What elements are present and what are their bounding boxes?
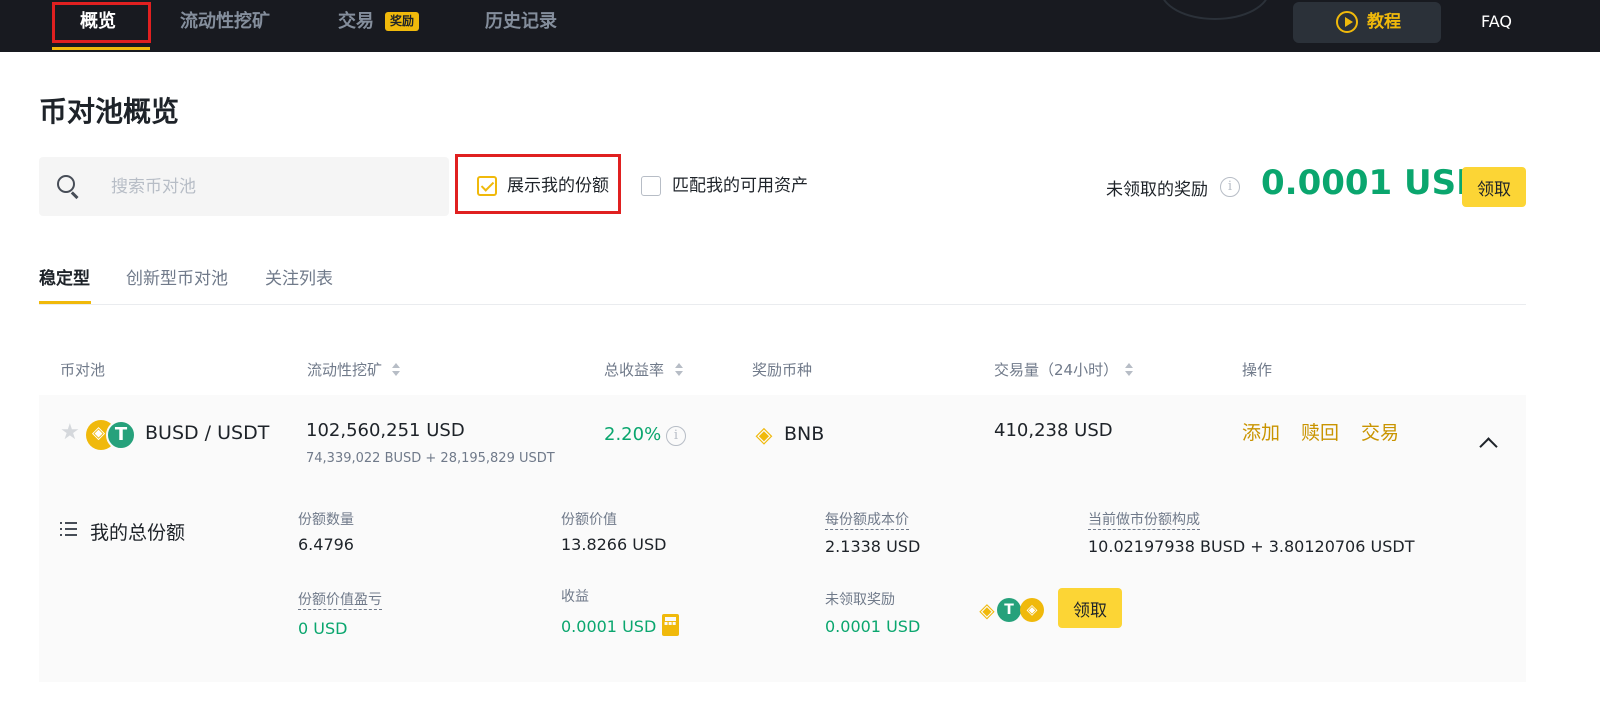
tab-watchlist[interactable]: 关注列表 (265, 264, 333, 289)
top-nav: 概览 流动性挖矿 交易 奖励 历史记录 教程 FAQ (0, 0, 1600, 52)
page-title: 币对池概览 (39, 95, 180, 128)
add-link[interactable]: 添加 (1242, 418, 1280, 445)
header-pair: 币对池 (60, 361, 106, 379)
star-icon[interactable]: ★ (60, 422, 80, 444)
list-icon (60, 522, 78, 537)
nav-tab-liquidity-mining[interactable]: 流动性挖矿 (180, 0, 270, 52)
tab-divider (39, 304, 1526, 305)
bnb-coin-icon: ◈ (979, 598, 995, 622)
sort-icon[interactable] (1125, 363, 1133, 377)
trade-link[interactable]: 交易 (1361, 418, 1399, 445)
pnl-value: 0 USD (298, 619, 348, 638)
info-icon[interactable]: i (666, 426, 686, 446)
search-box[interactable] (39, 157, 449, 216)
sort-icon[interactable] (675, 363, 683, 377)
nav-tab-history[interactable]: 历史记录 (485, 0, 557, 52)
tutorial-button[interactable]: 教程 (1293, 2, 1441, 43)
unclaimed-reward-label: 未领取的奖励 (1106, 180, 1208, 200)
usdt-coin-icon: T (106, 420, 136, 450)
claim-share-reward-button[interactable]: 领取 (1058, 588, 1122, 628)
reward-badge: 奖励 (385, 12, 420, 31)
apy-value: 2.20% (604, 424, 662, 445)
search-icon (57, 175, 75, 193)
claim-reward-button[interactable]: 领取 (1462, 167, 1526, 207)
tutorial-label: 教程 (1367, 12, 1401, 32)
highlight-box-nav (52, 2, 151, 43)
match-assets-label[interactable]: 匹配我的可用资产 (672, 175, 808, 197)
nav-active-indicator (52, 47, 150, 50)
reward-coin-label: BNB (784, 423, 825, 445)
header-apy[interactable]: 总收益率 (604, 359, 664, 380)
header-volume[interactable]: 交易量（24小时） (994, 359, 1118, 380)
faq-link[interactable]: FAQ (1481, 0, 1512, 44)
calculator-icon[interactable] (662, 614, 679, 636)
unclaimed-reward-amount: 0.0001 USD (1261, 163, 1485, 203)
show-my-share-label[interactable]: 展示我的份额 (507, 175, 609, 197)
earnings-label: 收益 (561, 589, 589, 605)
my-share-title: 我的总份额 (90, 522, 186, 544)
volume-value: 410,238 USD (994, 420, 1113, 441)
share-count-label: 份额数量 (298, 512, 354, 528)
pair-name: BUSD / USDT (145, 422, 270, 444)
show-my-share-checkbox[interactable] (477, 176, 497, 196)
header-reward-coin: 奖励币种 (752, 361, 813, 379)
liquidity-value: 102,560,251 USD (306, 420, 465, 441)
header-liquidity[interactable]: 流动性挖矿 (307, 359, 382, 380)
header-actions: 操作 (1242, 361, 1273, 379)
liquidity-breakdown: 74,339,022 BUSD + 28,195,829 USDT (306, 451, 555, 466)
nav-tab-trade[interactable]: 交易 (338, 0, 374, 52)
share-count-value: 6.4796 (298, 535, 354, 554)
share-value-label: 份额价值 (561, 512, 617, 528)
busd-coin-icon: ◈ (1020, 598, 1044, 622)
match-assets-checkbox[interactable] (641, 176, 661, 196)
decorative-graphic (1160, 0, 1270, 20)
unclaimed-label: 未领取奖励 (825, 592, 895, 608)
composition-label[interactable]: 当前做市份额构成 (1088, 509, 1200, 530)
cost-per-share-value: 2.1338 USD (825, 537, 921, 556)
sort-icon[interactable] (392, 363, 400, 377)
pnl-label[interactable]: 份额价值盈亏 (298, 589, 382, 610)
info-icon[interactable]: i (1220, 177, 1240, 197)
unclaimed-value: 0.0001 USD (825, 617, 921, 636)
redeem-link[interactable]: 赎回 (1301, 418, 1339, 445)
share-value: 13.8266 USD (561, 535, 667, 554)
tab-innovation[interactable]: 创新型币对池 (126, 264, 228, 289)
earnings-value: 0.0001 USD (561, 617, 657, 636)
composition-value: 10.02197938 BUSD + 3.80120706 USDT (1088, 537, 1415, 556)
search-input[interactable] (111, 157, 431, 216)
bnb-coin-icon: ◈ (755, 423, 773, 448)
play-icon (1336, 11, 1358, 33)
tab-stable[interactable]: 稳定型 (39, 264, 90, 289)
cost-per-share-label[interactable]: 每份额成本价 (825, 509, 909, 530)
usdt-coin-icon: T (997, 598, 1021, 622)
